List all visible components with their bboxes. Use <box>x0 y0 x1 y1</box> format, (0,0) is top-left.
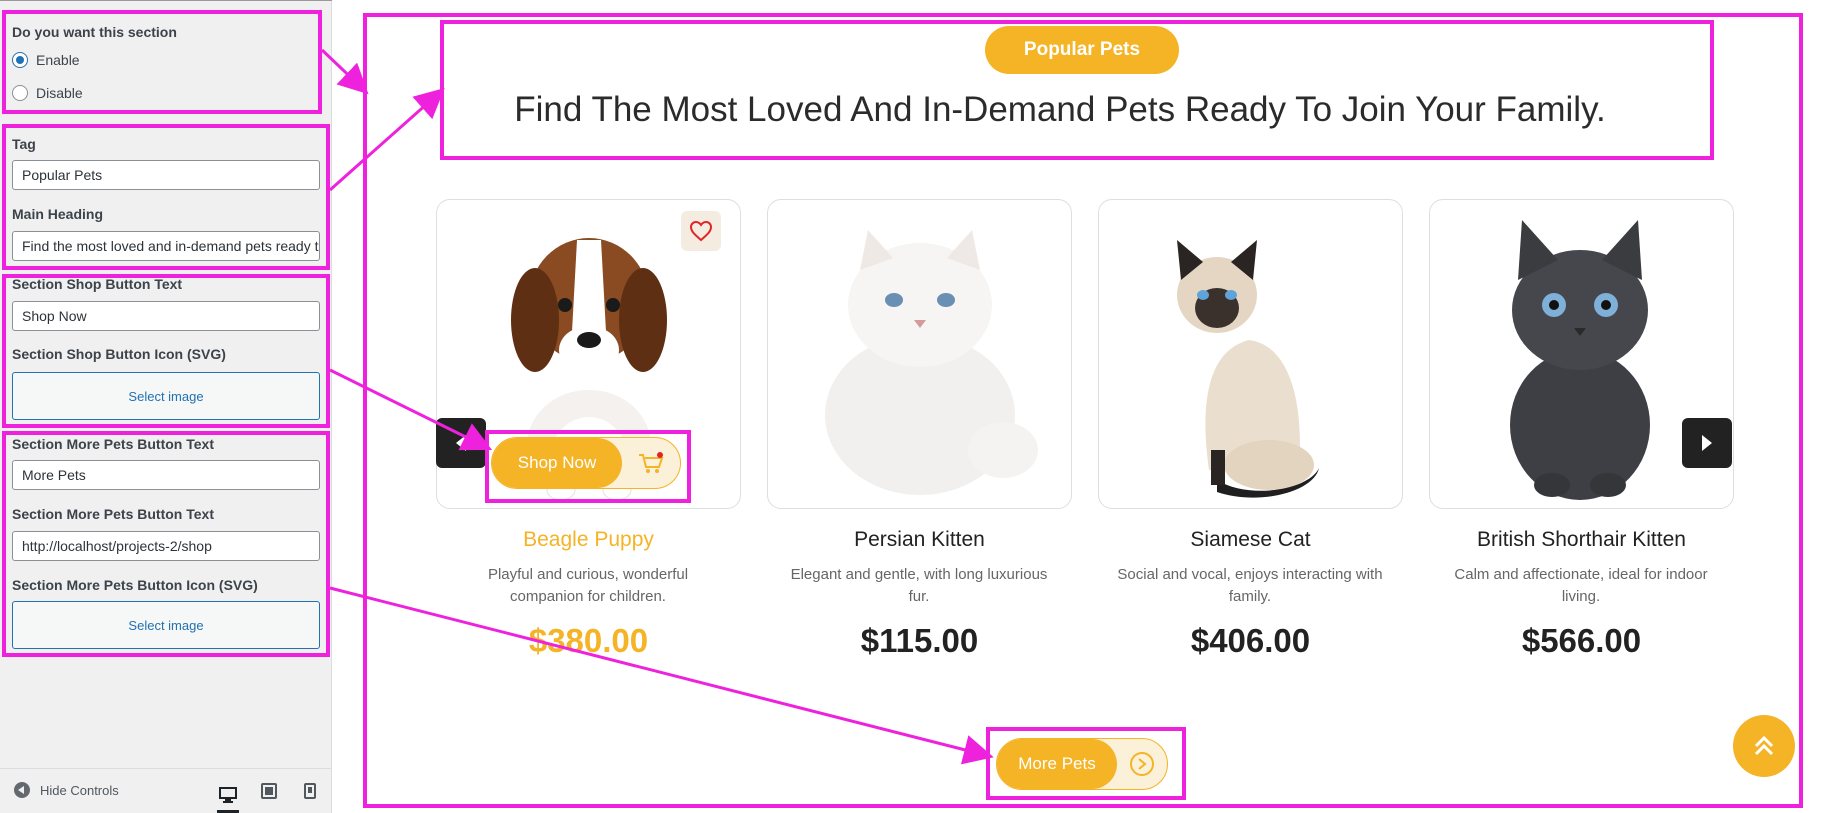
main-heading-label: Main Heading <box>12 206 104 222</box>
product-description-line: Social and vocal, enjoys interacting wit… <box>1117 566 1383 583</box>
product-description-line: Playful and curious, wonderful <box>487 566 689 583</box>
radio-disable-label: Disable <box>36 85 83 101</box>
more-icon-select-image-button[interactable]: Select image <box>12 601 320 649</box>
section-tag-pill: Popular Pets <box>985 26 1179 74</box>
product-description: Playful and curious, wonderful companion… <box>443 564 733 608</box>
double-chevron-up-icon <box>1754 735 1774 756</box>
arrow-right-icon <box>1702 435 1712 451</box>
product-description: Calm and affectionate, ideal for indoor … <box>1436 564 1726 608</box>
shop-button-icon-label: Section Shop Button Icon (SVG) <box>12 346 226 362</box>
product-card-siamese[interactable] <box>1098 199 1403 509</box>
persian-kitten-image <box>825 230 1038 495</box>
section-main-heading: Find The Most Loved And In-Demand Pets R… <box>514 90 1606 129</box>
cart-icon <box>639 452 664 473</box>
mobile-preview-button[interactable] <box>299 780 321 802</box>
tablet-icon <box>261 783 277 799</box>
product-description-line: Elegant and gentle, with long luxurious <box>790 566 1048 583</box>
product-price: $115.00 <box>860 622 979 659</box>
arrow-circle-icon <box>1130 752 1154 776</box>
shop-now-icon-wrap <box>622 438 680 488</box>
product-description-line: family. <box>1228 588 1272 605</box>
customizer-panel: Do you want this section Enable Disable … <box>0 0 332 813</box>
shop-button-text-input[interactable]: Shop Now <box>12 301 320 331</box>
carousel-next-button[interactable] <box>1682 418 1732 468</box>
product-name[interactable]: British Shorthair Kitten <box>1429 528 1734 552</box>
radio-enable-dot[interactable] <box>12 52 28 68</box>
shop-now-button[interactable]: Shop Now <box>491 437 681 489</box>
radio-disable[interactable]: Disable <box>12 85 83 101</box>
more-pets-text-input[interactable]: More Pets <box>12 460 320 490</box>
more-pets-label: More Pets <box>997 739 1117 789</box>
product-description-line: Calm and affectionate, ideal for indoor <box>1454 566 1708 583</box>
panel-top-border <box>0 0 332 1</box>
radio-enable[interactable]: Enable <box>12 52 80 68</box>
desktop-preview-button[interactable] <box>217 780 239 813</box>
radio-disable-dot[interactable] <box>12 85 28 101</box>
heart-icon <box>689 220 713 242</box>
product-description: Social and vocal, enjoys interacting wit… <box>1105 564 1395 608</box>
desktop-icon <box>219 787 237 803</box>
product-description-line: fur. <box>908 588 930 605</box>
customizer-screen: Do you want this section Enable Disable … <box>0 0 1825 813</box>
hide-controls-button[interactable]: Hide Controls <box>14 782 119 798</box>
tag-label: Tag <box>12 136 36 152</box>
section-toggle-label: Do you want this section <box>12 24 177 40</box>
tablet-preview-button[interactable] <box>258 780 280 802</box>
product-price: $566.00 <box>1521 622 1642 659</box>
shop-now-label: Shop Now <box>492 438 622 488</box>
panel-footer-divider <box>0 768 332 769</box>
main-heading-input[interactable]: Find the most loved and in-demand pets r… <box>12 231 320 261</box>
radio-enable-label: Enable <box>36 52 80 68</box>
product-description-line: living. <box>1561 588 1601 605</box>
tag-input[interactable]: Popular Pets <box>12 160 320 190</box>
mobile-icon <box>304 783 316 799</box>
more-pets-url-input[interactable]: http://localhost/projects-2/shop <box>12 531 320 561</box>
collapse-icon <box>14 782 30 798</box>
product-name[interactable]: Beagle Puppy <box>436 528 741 552</box>
shop-button-text-label: Section Shop Button Text <box>12 276 183 292</box>
siamese-cat-image <box>1177 240 1319 498</box>
product-name[interactable]: Persian Kitten <box>767 528 1072 552</box>
more-pets-icon-wrap <box>1117 739 1167 789</box>
product-name[interactable]: Siamese Cat <box>1098 528 1403 552</box>
carousel-prev-button[interactable] <box>436 418 486 468</box>
product-price: $406.00 <box>1190 622 1311 659</box>
hide-controls-label: Hide Controls <box>40 782 119 798</box>
product-card-persian[interactable] <box>767 199 1072 509</box>
product-description: Elegant and gentle, with long luxurious … <box>774 564 1064 608</box>
wishlist-button[interactable] <box>681 211 721 251</box>
scroll-to-top-button[interactable] <box>1733 715 1795 777</box>
product-price: $380.00 <box>528 622 649 659</box>
more-pets-icon-label: Section More Pets Button Icon (SVG) <box>12 577 258 593</box>
arrow-left-icon <box>456 435 466 451</box>
product-description-line: companion for children. <box>510 588 666 605</box>
more-pets-button[interactable]: More Pets <box>996 738 1168 790</box>
more-pets-url-label: Section More Pets Button Text <box>12 506 214 522</box>
shop-icon-select-image-button[interactable]: Select image <box>12 372 320 420</box>
more-pets-text-label: Section More Pets Button Text <box>12 436 214 452</box>
